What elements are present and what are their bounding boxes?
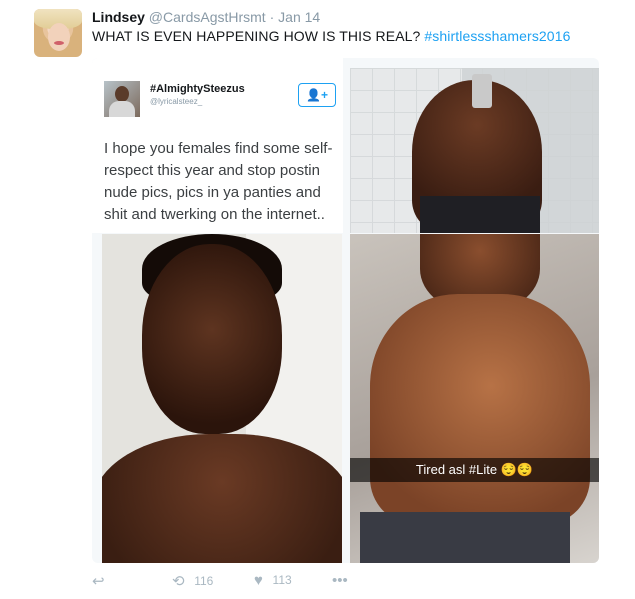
embedded-display-name: #AlmightySteezus	[150, 83, 245, 95]
avatar-lips	[54, 41, 64, 45]
tweet-timestamp[interactable]: Jan 14	[278, 9, 320, 25]
tweet: Lindsey @CardsAgstHrsmt · Jan 14 WHAT IS…	[0, 0, 635, 599]
retweet-icon: ⟲	[172, 573, 185, 590]
like-count: 113	[272, 573, 292, 587]
reply-button[interactable]: ↩	[92, 572, 111, 590]
photo-chest	[370, 294, 590, 524]
photo-bed-selfie[interactable]	[350, 234, 599, 563]
author-handle[interactable]: @CardsAgstHrsmt	[149, 9, 266, 25]
snapchat-caption: Tired asl #Lite 😌😌	[350, 458, 599, 482]
photo-head	[142, 244, 282, 434]
retweet-button[interactable]: ⟲ 116	[172, 572, 213, 590]
retweet-count: 116	[194, 574, 214, 588]
tweet-header: Lindsey @CardsAgstHrsmt · Jan 14	[92, 9, 320, 25]
photo-shoulders	[102, 434, 342, 563]
header-separator: ·	[269, 9, 275, 25]
avatar-face	[48, 23, 70, 51]
photo-mirror-selfie[interactable]	[350, 68, 599, 233]
hashtag-link[interactable]: #shirtlessshamers2016	[424, 28, 570, 44]
tweet-text: WHAT IS EVEN HAPPENING HOW IS THIS REAL?…	[92, 28, 570, 44]
embedded-tweet-text: I hope you females find some self-respec…	[104, 140, 333, 223]
embedded-avatar	[104, 81, 140, 117]
author-display-name[interactable]: Lindsey	[92, 9, 145, 25]
photo-briefs	[360, 512, 570, 563]
follow-user-icon: 👤+	[298, 83, 336, 107]
photo-phone	[472, 74, 492, 108]
more-button[interactable]: •••	[332, 572, 354, 589]
reply-icon: ↩	[92, 573, 105, 590]
embedded-handle: @lyricalsteez_	[150, 97, 203, 106]
tweet-media[interactable]: #AlmightySteezus @lyricalsteez_ 👤+ I hop…	[92, 58, 599, 563]
embedded-avatar-head	[115, 86, 129, 102]
like-button[interactable]: ♥ 113	[254, 572, 292, 589]
embedded-tweet-screenshot: #AlmightySteezus @lyricalsteez_ 👤+ I hop…	[92, 58, 343, 233]
heart-icon: ♥	[254, 572, 263, 589]
embedded-avatar-body	[109, 101, 135, 117]
more-icon: •••	[332, 572, 348, 589]
photo-face-selfie[interactable]	[102, 234, 342, 563]
photo-shorts	[420, 196, 540, 233]
author-avatar[interactable]	[34, 9, 82, 57]
tweet-text-main: WHAT IS EVEN HAPPENING HOW IS THIS REAL?	[92, 28, 421, 44]
